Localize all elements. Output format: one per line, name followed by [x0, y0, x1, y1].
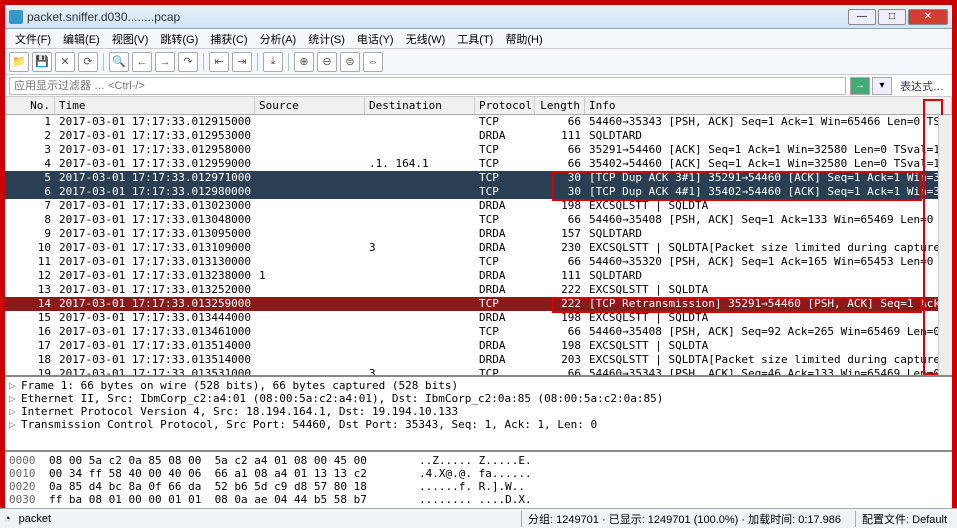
toolbar-save-icon[interactable]: 💾 — [32, 52, 52, 72]
menu-item[interactable]: 跳转(G) — [154, 29, 204, 49]
packet-row[interactable]: 182017-03-01 17:17:33.013514000DRDA203EX… — [5, 353, 952, 367]
display-filter-input[interactable] — [9, 77, 846, 95]
app-icon — [9, 10, 23, 24]
column-header[interactable]: Destination — [365, 97, 475, 114]
menu-item[interactable]: 无线(W) — [400, 29, 452, 49]
menu-item[interactable]: 分析(A) — [254, 29, 303, 49]
packet-row[interactable]: 172017-03-01 17:17:33.013514000DRDA198EX… — [5, 339, 952, 353]
packet-row[interactable]: 72017-03-01 17:17:33.013023000DRDA198EXC… — [5, 199, 952, 213]
packet-row[interactable]: 112017-03-01 17:17:33.013130000TCP665446… — [5, 255, 952, 269]
status-packets: 分组: 1249701 · 已显示: 1249701 (100.0%) · 加载… — [521, 511, 847, 527]
window-title: packet.sniffer.d030........pcap — [27, 10, 848, 24]
toolbar-fwd-icon[interactable]: → — [155, 52, 175, 72]
packet-details[interactable]: ▷Frame 1: 66 bytes on wire (528 bits), 6… — [5, 377, 952, 452]
toolbar-first-icon[interactable]: ⇤ — [209, 52, 229, 72]
packet-row[interactable]: 142017-03-01 17:17:33.013259000TCP222[TC… — [5, 297, 952, 311]
packet-list-header: No.TimeSourceDestinationProtocolLengthIn… — [5, 97, 952, 115]
packet-row[interactable]: 122017-03-01 17:17:33.0132380001DRDA111S… — [5, 269, 952, 283]
packet-row[interactable]: 192017-03-01 17:17:33.0135310003TCP66544… — [5, 367, 952, 377]
toolbar-autoscroll-icon[interactable]: ⤓ — [263, 52, 283, 72]
packet-list[interactable]: No.TimeSourceDestinationProtocolLengthIn… — [5, 97, 952, 377]
toolbar-resize-icon[interactable]: ⇔ — [363, 52, 383, 72]
toolbar-zoom1-icon[interactable]: ⊜ — [340, 52, 360, 72]
column-header[interactable]: No. — [5, 97, 55, 114]
detail-line[interactable]: ▷Ethernet II, Src: IbmCorp_c2:a4:01 (08:… — [9, 392, 948, 405]
detail-line[interactable]: ▷Internet Protocol Version 4, Src: 18.19… — [9, 405, 948, 418]
status-profile[interactable]: 配置文件: Default — [855, 511, 953, 527]
filter-bookmark-button[interactable]: ▾ — [872, 77, 892, 95]
status-file: packet — [19, 513, 51, 525]
packet-row[interactable]: 162017-03-01 17:17:33.013461000TCP665446… — [5, 325, 952, 339]
hex-row[interactable]: 001000 34 ff 58 40 00 40 06 66 a1 08 a4 … — [9, 467, 948, 480]
detail-line[interactable]: ▷Frame 1: 66 bytes on wire (528 bits), 6… — [9, 379, 948, 392]
column-header[interactable]: Source — [255, 97, 365, 114]
detail-line[interactable]: ▷Transmission Control Protocol, Src Port… — [9, 418, 948, 431]
packet-row[interactable]: 132017-03-01 17:17:33.013252000DRDA222EX… — [5, 283, 952, 297]
scrollbar[interactable] — [938, 115, 952, 375]
hex-row[interactable]: 000008 00 5a c2 0a 85 08 00 5a c2 a4 01 … — [9, 454, 948, 467]
expression-button[interactable]: 表达式… — [896, 78, 948, 94]
packet-row[interactable]: 152017-03-01 17:17:33.013444000DRDA198EX… — [5, 311, 952, 325]
toolbar-last-icon[interactable]: ⇥ — [232, 52, 252, 72]
packet-row[interactable]: 22017-03-01 17:17:33.012953000DRDA111SQL… — [5, 129, 952, 143]
status-ready-icon: ◔ — [4, 513, 11, 525]
toolbar-reload-icon[interactable]: ⟳ — [78, 52, 98, 72]
minimize-button[interactable]: — — [848, 9, 876, 25]
packet-row[interactable]: 42017-03-01 17:17:33.012959000.1. 164.1T… — [5, 157, 952, 171]
menu-item[interactable]: 视图(V) — [106, 29, 155, 49]
hex-row[interactable]: 00200a 85 d4 bc 8a 0f 66 da 52 b6 5d c9 … — [9, 480, 948, 493]
column-header[interactable]: Time — [55, 97, 255, 114]
toolbar-find-icon[interactable]: 🔍 — [109, 52, 129, 72]
toolbar-zoomout-icon[interactable]: ⊖ — [317, 52, 337, 72]
menu-item[interactable]: 工具(T) — [451, 29, 499, 49]
toolbar: 📁 💾 ✕ ⟳ 🔍 ← → ↷ ⇤ ⇥ ⤓ ⊕ ⊖ ⊜ ⇔ — [5, 49, 952, 75]
close-button[interactable]: ✕ — [908, 9, 948, 25]
statusbar: ◔ packet 分组: 1249701 · 已显示: 1249701 (100… — [0, 508, 957, 528]
packet-row[interactable]: 102017-03-01 17:17:33.0131090003DRDA230E… — [5, 241, 952, 255]
maximize-button[interactable]: □ — [878, 9, 906, 25]
menu-item[interactable]: 文件(F) — [9, 29, 57, 49]
packet-row[interactable]: 52017-03-01 17:17:33.012971000TCP30[TCP … — [5, 171, 952, 185]
column-header[interactable]: Info — [585, 97, 952, 114]
column-header[interactable]: Length — [535, 97, 585, 114]
column-header[interactable]: Protocol — [475, 97, 535, 114]
packet-row[interactable]: 62017-03-01 17:17:33.012980000TCP30[TCP … — [5, 185, 952, 199]
filter-apply-button[interactable]: → — [850, 77, 870, 95]
menu-item[interactable]: 统计(S) — [302, 29, 351, 49]
menu-item[interactable]: 帮助(H) — [499, 29, 548, 49]
toolbar-open-icon[interactable]: 📁 — [9, 52, 29, 72]
packet-row[interactable]: 12017-03-01 17:17:33.012915000TCP6654460… — [5, 115, 952, 129]
menu-item[interactable]: 编辑(E) — [57, 29, 106, 49]
hex-row[interactable]: 0030ff ba 08 01 00 00 01 01 08 0a ae 04 … — [9, 493, 948, 506]
packet-row[interactable]: 82017-03-01 17:17:33.013048000TCP6654460… — [5, 213, 952, 227]
toolbar-zoomin-icon[interactable]: ⊕ — [294, 52, 314, 72]
toolbar-jump-icon[interactable]: ↷ — [178, 52, 198, 72]
packet-row[interactable]: 32017-03-01 17:17:33.012958000TCP6635291… — [5, 143, 952, 157]
menubar: 文件(F)编辑(E)视图(V)跳转(G)捕获(C)分析(A)统计(S)电话(Y)… — [5, 29, 952, 49]
toolbar-back-icon[interactable]: ← — [132, 52, 152, 72]
toolbar-close-icon[interactable]: ✕ — [55, 52, 75, 72]
menu-item[interactable]: 捕获(C) — [204, 29, 253, 49]
packet-row[interactable]: 92017-03-01 17:17:33.013095000DRDA157SQL… — [5, 227, 952, 241]
menu-item[interactable]: 电话(Y) — [351, 29, 400, 49]
